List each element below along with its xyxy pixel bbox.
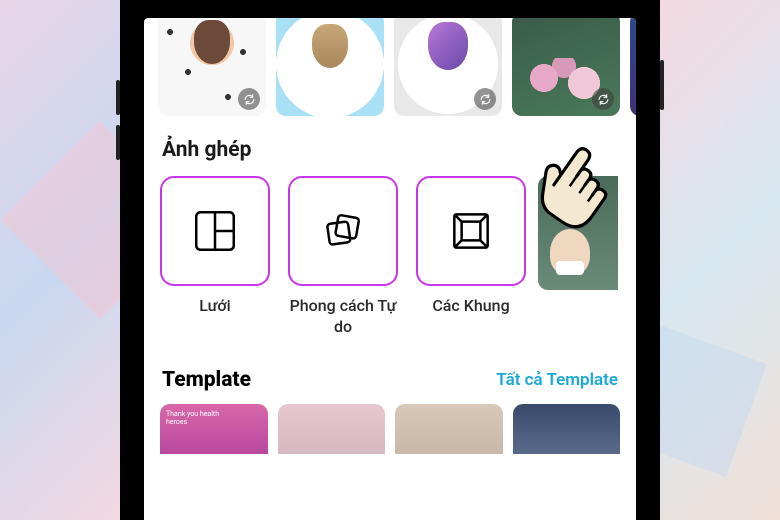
template-section-header: Template Tất cả Template xyxy=(144,338,636,404)
regenerate-icon[interactable] xyxy=(592,88,614,110)
template-section-title: Template xyxy=(162,368,251,392)
style-thumbnail[interactable] xyxy=(630,18,636,116)
regenerate-icon[interactable] xyxy=(474,88,496,110)
collage-options-row: Lưới Phong cách Tự do xyxy=(144,176,636,338)
collage-option-label: Lưới xyxy=(199,296,231,317)
style-thumbnails-row xyxy=(144,18,636,116)
grid-icon xyxy=(190,206,240,256)
collage-option-tile[interactable] xyxy=(416,176,526,286)
collage-option-label: Các Khung xyxy=(432,296,509,317)
collage-option-tile[interactable] xyxy=(288,176,398,286)
template-caption: Thank you health heroes xyxy=(166,410,236,427)
frames-icon xyxy=(446,206,496,256)
style-thumbnail[interactable] xyxy=(512,18,620,116)
collage-section-title: Ảnh ghép xyxy=(144,116,636,176)
template-thumbnail[interactable] xyxy=(278,404,386,454)
template-thumbnail[interactable]: Thank you health heroes xyxy=(160,404,268,454)
template-thumbnail[interactable] xyxy=(395,404,503,454)
collage-option-tile[interactable] xyxy=(160,176,270,286)
phone-frame: Ảnh ghép Lưới xyxy=(120,0,660,520)
collage-option-freestyle[interactable]: Phong cách Tự do xyxy=(284,176,402,338)
collage-option-frames[interactable]: Các Khung xyxy=(416,176,526,317)
collage-option-label: Phong cách Tự do xyxy=(284,296,402,338)
freestyle-icon xyxy=(318,206,368,256)
see-all-templates-link[interactable]: Tất cả Template xyxy=(496,370,618,390)
style-thumbnail[interactable] xyxy=(276,18,384,116)
collage-preview-peek[interactable] xyxy=(538,176,618,290)
style-thumbnail[interactable] xyxy=(394,18,502,116)
regenerate-icon[interactable] xyxy=(238,88,260,110)
app-screen: Ảnh ghép Lưới xyxy=(144,18,636,520)
collage-option-grid[interactable]: Lưới xyxy=(160,176,270,317)
style-thumbnail[interactable] xyxy=(158,18,266,116)
template-thumbnail[interactable] xyxy=(513,404,621,454)
template-thumbnails-row: Thank you health heroes xyxy=(144,404,636,454)
